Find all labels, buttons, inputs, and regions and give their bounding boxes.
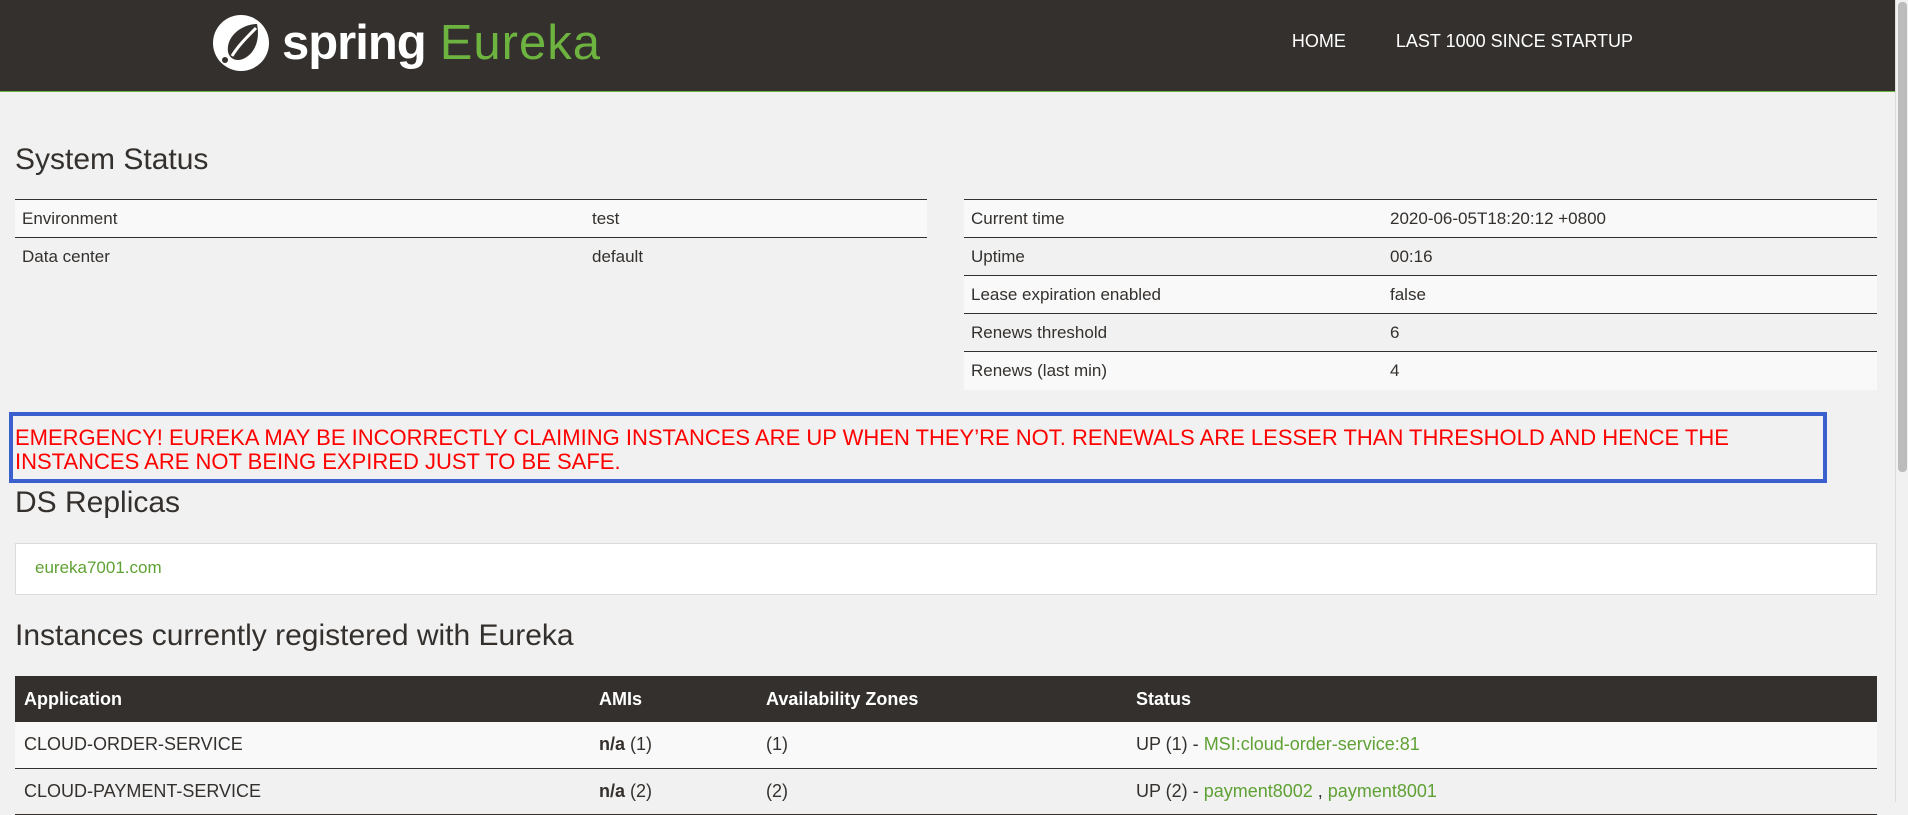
ami-count: (2) <box>625 780 653 801</box>
status-label: Renews (last min) <box>964 351 1383 390</box>
instance-link[interactable]: MSI:cloud-order-service:81 <box>1204 734 1420 754</box>
status-value: 6 <box>1383 313 1877 352</box>
nav-home-link[interactable]: HOME <box>1292 31 1346 52</box>
status-label: Data center <box>15 237 585 276</box>
col-status: Status <box>1127 676 1877 722</box>
ds-replicas-list: eureka7001.com <box>15 543 1877 595</box>
status-prefix: UP (1) - <box>1136 734 1204 755</box>
status-value: false <box>1383 275 1877 314</box>
amis-cell: n/a (2) <box>590 768 757 815</box>
status-value: 2020-06-05T18:20:12 +0800 <box>1383 199 1877 238</box>
status-row: Uptime 00:16 <box>964 237 1877 276</box>
col-application: Application <box>15 676 590 722</box>
ami-na: n/a <box>599 734 626 755</box>
status-row: Renews threshold 6 <box>964 313 1877 352</box>
instance-link[interactable]: payment8001 <box>1328 781 1437 801</box>
status-row: Environment test <box>15 199 927 238</box>
status-row: Data center default <box>15 237 927 276</box>
ds-replicas-title: DS Replicas <box>15 486 181 519</box>
status-table-left: Environment test Data center default <box>15 199 927 276</box>
link-separator: , <box>1312 780 1328 801</box>
top-navbar: spring Eureka HOME LAST 1000 SINCE START… <box>0 0 1895 92</box>
emergency-line-1: EMERGENCY! EUREKA MAY BE INCORRECTLY CLA… <box>15 425 1729 450</box>
instances-title: Instances currently registered with Eure… <box>15 619 574 652</box>
status-row: Current time 2020-06-05T18:20:12 +0800 <box>964 199 1877 238</box>
status-table-right: Current time 2020-06-05T18:20:12 +0800 U… <box>964 199 1877 390</box>
amis-cell: n/a (1) <box>590 722 757 769</box>
status-value: 4 <box>1383 351 1877 390</box>
replica-link[interactable]: eureka7001.com <box>35 558 162 577</box>
status-cell: UP (2) - payment8002 , payment8001 <box>1127 768 1877 815</box>
zones-cell: (1) <box>757 722 1127 769</box>
spring-eureka-logo[interactable]: spring Eureka <box>212 12 601 74</box>
status-label: Current time <box>964 199 1383 238</box>
emergency-line-2: INSTANCES ARE NOT BEING EXPIRED JUST TO … <box>15 449 621 474</box>
instances-header-row: Application AMIs Availability Zones Stat… <box>15 676 1877 722</box>
emergency-warning-banner: EMERGENCY! EUREKA MAY BE INCORRECTLY CLA… <box>9 412 1827 483</box>
zones-cell: (2) <box>757 768 1127 815</box>
system-status-title: System Status <box>15 143 209 176</box>
status-cell: UP (1) - MSI:cloud-order-service:81 <box>1127 722 1877 769</box>
ami-na: n/a <box>599 780 626 801</box>
status-label: Renews threshold <box>964 313 1383 352</box>
spring-leaf-icon <box>213 15 269 71</box>
instances-table: Application AMIs Availability Zones Stat… <box>15 676 1877 815</box>
table-row: CLOUD-ORDER-SERVICE n/a (1) (1) UP (1) -… <box>15 722 1877 769</box>
ami-count: (1) <box>625 734 653 755</box>
status-label: Environment <box>15 199 585 238</box>
nav-links: HOME LAST 1000 SINCE STARTUP <box>1292 31 1633 52</box>
col-zones: Availability Zones <box>757 676 1127 722</box>
vertical-scrollbar[interactable] <box>1895 0 1908 802</box>
nav-last1000-link[interactable]: LAST 1000 SINCE STARTUP <box>1396 31 1633 52</box>
status-row: Renews (last min) 4 <box>964 351 1877 390</box>
logo-text-eureka: Eureka <box>439 16 601 70</box>
instance-link[interactable]: payment8002 <box>1204 781 1313 801</box>
status-value: 00:16 <box>1383 237 1877 276</box>
status-row: Lease expiration enabled false <box>964 275 1877 314</box>
table-row: CLOUD-PAYMENT-SERVICE n/a (2) (2) UP (2)… <box>15 768 1877 815</box>
application-name: CLOUD-PAYMENT-SERVICE <box>15 768 590 815</box>
status-label: Lease expiration enabled <box>964 275 1383 314</box>
logo-text-spring: spring <box>282 16 427 70</box>
status-label: Uptime <box>964 237 1383 276</box>
scrollbar-thumb[interactable] <box>1898 2 1907 472</box>
status-value: default <box>585 237 927 276</box>
col-amis: AMIs <box>590 676 757 722</box>
status-prefix: UP (2) - <box>1136 780 1204 801</box>
application-name: CLOUD-ORDER-SERVICE <box>15 722 590 769</box>
status-value: test <box>585 199 927 238</box>
